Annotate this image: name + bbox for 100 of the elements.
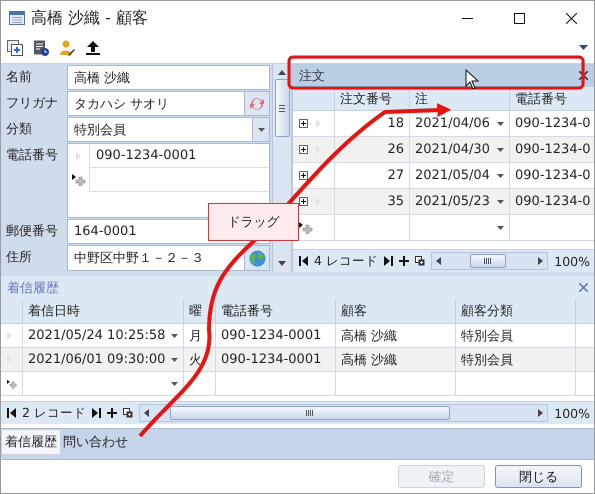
table-cell-text: 高橋 沙織	[341, 352, 398, 368]
record-count: 2 レコード	[22, 404, 86, 422]
last-record-icon[interactable]	[384, 256, 393, 266]
horizontal-scrollbar[interactable]	[430, 252, 548, 270]
caret-icon[interactable]	[579, 45, 588, 50]
scroll-thumb[interactable]	[170, 406, 450, 420]
dropdown-caret-icon[interactable]	[497, 226, 504, 230]
scroll-thumb[interactable]	[274, 79, 290, 137]
table-cell: 26	[387, 142, 404, 157]
table-cell-text: 2021/06/01 09:30:00	[28, 352, 166, 367]
first-record-icon[interactable]	[299, 256, 308, 266]
table-cell-text: 2021/04/06	[415, 116, 491, 131]
dropdown-caret-icon[interactable]	[171, 382, 178, 386]
scroll-right-icon[interactable]	[538, 257, 544, 265]
dropdown-caret-icon[interactable]	[258, 128, 264, 132]
column-header[interactable]: 着信日時	[23, 299, 184, 324]
table-cell-text: 090-1234-0	[515, 168, 592, 183]
scroll-right-icon[interactable]	[538, 409, 544, 417]
column-header[interactable]: 顧客	[336, 299, 456, 324]
row-indicator-icon	[316, 119, 321, 128]
row-indicator-icon	[316, 171, 321, 180]
horizontal-scrollbar[interactable]	[138, 404, 548, 422]
field-label: 住所	[5, 249, 33, 267]
new-record-icon[interactable]	[7, 40, 23, 56]
scroll-up-icon[interactable]	[278, 70, 286, 75]
cursor-icon	[466, 68, 480, 90]
grip-icon	[279, 104, 285, 112]
dropdown-caret-icon[interactable]	[497, 148, 504, 152]
column-header[interactable]: 顧客分類	[456, 299, 576, 324]
globe-icon[interactable]	[248, 250, 266, 266]
field-label: 分類	[5, 121, 33, 139]
record-count: 4 レコード	[314, 252, 378, 270]
field-label: フリガナ	[5, 95, 59, 113]
history-icon[interactable]	[33, 40, 49, 56]
table-cell-text: 090-1234-0	[515, 194, 592, 209]
table-cell-text: 090-1234-0001	[221, 352, 322, 367]
table-cell-text: 090-1234-0001	[221, 328, 322, 343]
table-cell-text: 090-1234-0	[515, 116, 592, 131]
tab[interactable]: 問い合わせ	[60, 430, 131, 454]
window-icon	[9, 11, 25, 25]
upload-icon[interactable]	[85, 40, 101, 56]
add-icon[interactable]	[106, 408, 117, 418]
expand-icon[interactable]	[299, 145, 308, 154]
dropdown-caret-icon[interactable]	[171, 358, 178, 362]
expand-icon[interactable]	[299, 197, 308, 206]
phone-cell[interactable]: 090-1234-0001	[89, 144, 269, 168]
table-cell-text: 2021/05/23	[415, 194, 491, 209]
scroll-thumb[interactable]	[470, 254, 506, 268]
first-record-icon[interactable]	[7, 408, 16, 418]
close-button[interactable]: 閉じる	[495, 465, 582, 488]
dropdown-caret-icon[interactable]	[171, 334, 178, 338]
close-icon[interactable]	[566, 12, 576, 24]
new-row-icon	[72, 174, 86, 186]
add-icon[interactable]	[398, 256, 409, 266]
grip-icon	[306, 410, 314, 416]
table-cell-text: 特別会員	[461, 352, 514, 368]
scroll-left-icon[interactable]	[436, 257, 441, 265]
zoom-level: 100%	[554, 254, 591, 268]
scroll-down-icon[interactable]	[278, 261, 286, 266]
field-label: 名前	[5, 69, 33, 87]
table-cell-text: 高橋 沙織	[341, 328, 398, 344]
dropdown-caret-icon[interactable]	[497, 174, 504, 178]
text-field[interactable]: タカハシ サオリ	[67, 91, 270, 116]
row-indicator-icon	[76, 152, 81, 160]
maximize-icon[interactable]	[514, 12, 524, 24]
panel-title: 注文	[299, 68, 325, 84]
copy-icon[interactable]	[414, 256, 425, 266]
row-indicator-icon	[7, 331, 12, 340]
panel-title: 着信履歴	[7, 280, 59, 296]
zoom-level: 100%	[554, 406, 591, 420]
table-cell: 35	[387, 194, 404, 209]
new-row-icon	[299, 222, 313, 234]
table-cell-text: 2021/05/04	[415, 168, 491, 183]
grip-icon	[484, 258, 492, 264]
expand-icon[interactable]	[299, 171, 308, 180]
table-cell: 18	[387, 116, 404, 131]
dropdown-field[interactable]: 特別会員	[67, 117, 270, 142]
close-icon[interactable]	[579, 71, 588, 80]
field-label: 郵便番号	[5, 223, 59, 241]
last-record-icon[interactable]	[92, 408, 101, 418]
table-cell-text: 090-1234-0	[515, 142, 592, 157]
window-title: 高橋 沙織 - 顧客	[31, 8, 150, 28]
dropdown-caret-icon[interactable]	[497, 122, 504, 126]
copy-icon[interactable]	[122, 408, 133, 418]
tab[interactable]: 着信履歴	[2, 430, 60, 454]
expand-icon[interactable]	[299, 119, 308, 128]
text-field[interactable]: 中野区中野１－２－３	[67, 245, 270, 271]
dropdown-caret-icon[interactable]	[497, 200, 504, 204]
table-cell: 27	[387, 168, 404, 183]
field-label: 電話番号	[5, 147, 59, 165]
table-cell-text: 特別会員	[461, 328, 514, 344]
person-edit-icon[interactable]	[59, 40, 75, 56]
column-header[interactable]: 電話番号	[216, 299, 336, 324]
drag-tooltip: ドラッグ	[208, 203, 299, 241]
table-cell-text: 火	[189, 352, 203, 368]
phone-cell[interactable]	[89, 168, 269, 192]
new-row-icon	[7, 378, 17, 390]
table-cell-text: 2021/04/30	[415, 142, 491, 157]
scroll-left-icon[interactable]	[144, 409, 149, 417]
text-field[interactable]: 高橋 沙織	[67, 65, 270, 90]
